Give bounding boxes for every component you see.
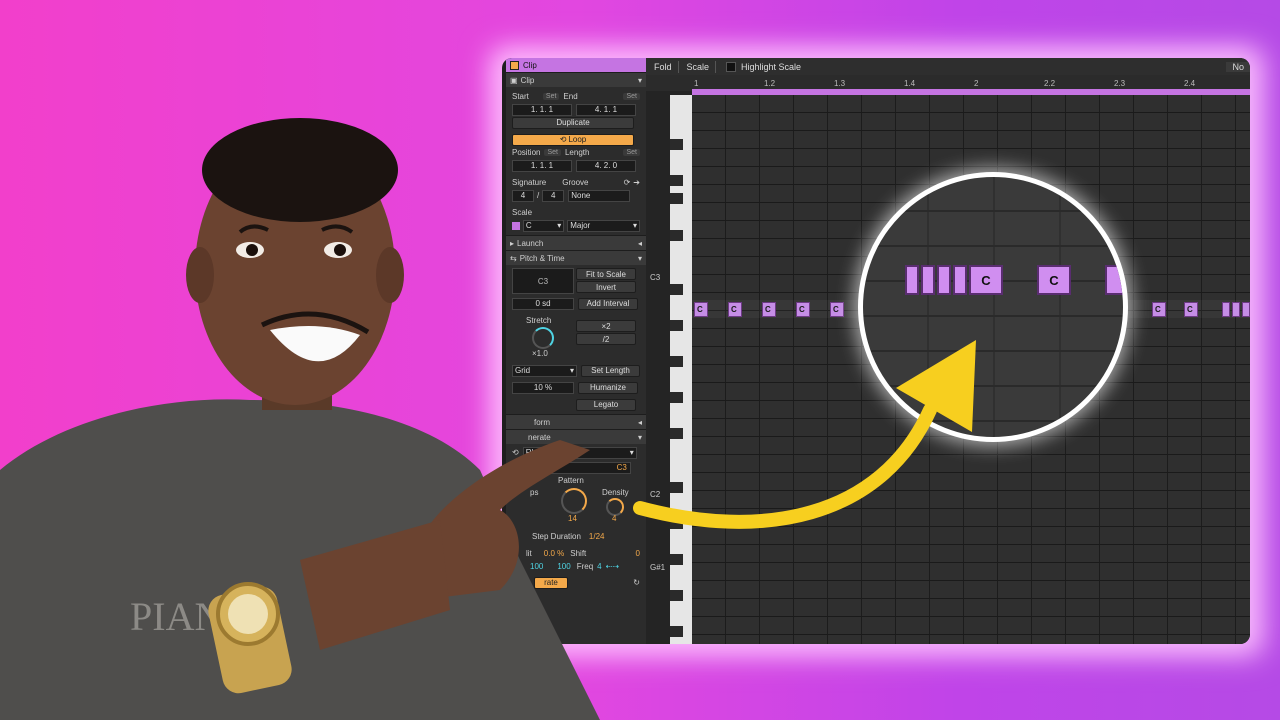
yellow-arrow: [633, 340, 976, 529]
